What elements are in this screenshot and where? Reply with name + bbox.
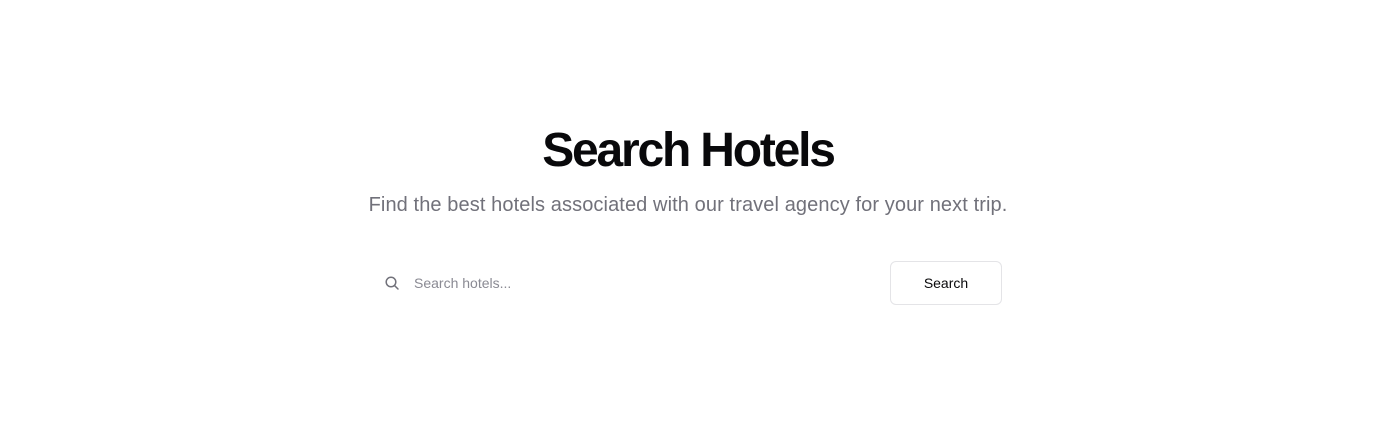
search-field: [374, 261, 890, 305]
search-hotels-page: Search Hotels Find the best hotels assoc…: [0, 0, 1376, 433]
search-button[interactable]: Search: [890, 261, 1002, 305]
page-title: Search Hotels: [542, 124, 836, 177]
hotel-search-form: Search: [374, 261, 1002, 305]
page-subtitle: Find the best hotels associated with our…: [368, 194, 1008, 216]
search-input[interactable]: [374, 261, 890, 305]
search-icon: [385, 276, 399, 290]
